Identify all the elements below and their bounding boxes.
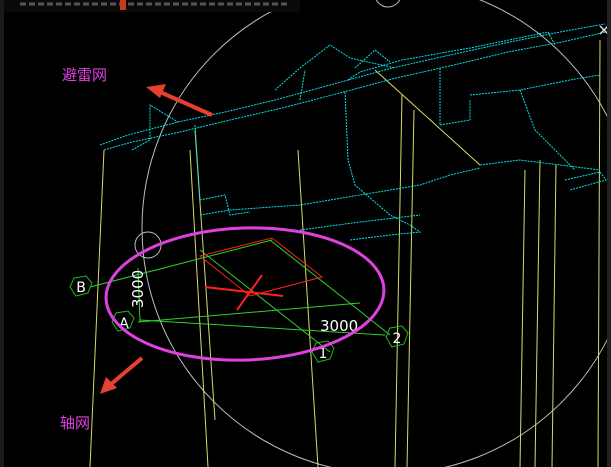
- column-lines: [89, 39, 601, 467]
- arrow-to-lightning-grid: [159, 90, 213, 117]
- top-title-fragment: [0, 0, 300, 12]
- arrow-to-axis-grid: [108, 356, 144, 387]
- right-frame-edge: [607, 0, 611, 467]
- lightning-network: [99, 23, 607, 241]
- axis-label-B: B: [76, 280, 86, 296]
- orbit-handle-top[interactable]: [375, 0, 401, 8]
- dimension-vertical: 3000: [129, 270, 147, 308]
- orbit-circle: [141, 0, 611, 467]
- crosshair-icon: [204, 274, 284, 311]
- left-frame-edge: [0, 0, 4, 467]
- axis-label-2: 2: [393, 331, 402, 347]
- cad-3d-viewport[interactable]: B A 1 2 3000 3000 避雷网 轴网: [0, 0, 611, 467]
- model-canvas[interactable]: B A 1 2 3000 3000 避雷网 轴网: [0, 0, 611, 467]
- label-lightning-grid: 避雷网: [62, 66, 107, 84]
- label-axis-grid: 轴网: [60, 414, 90, 432]
